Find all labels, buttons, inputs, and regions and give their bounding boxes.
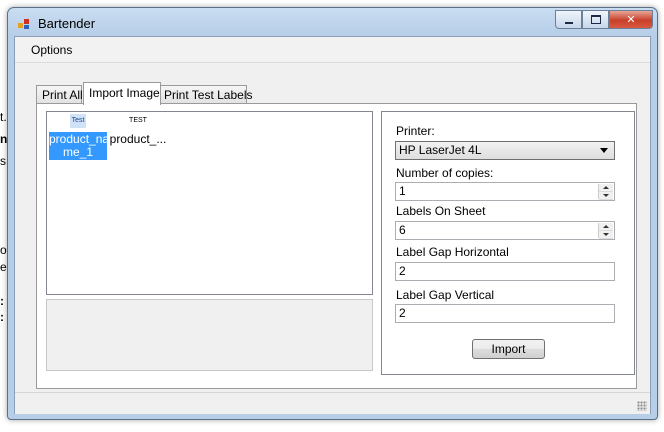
printer-select-value: HP LaserJet 4L [399,143,482,157]
copies-stepper[interactable]: 1 [395,182,615,201]
resize-grip-icon[interactable] [637,401,647,411]
printer-select[interactable]: HP LaserJet 4L [395,141,615,160]
spin-up-button[interactable] [599,184,613,192]
bg-text-fragment: o [0,243,7,257]
menu-options[interactable]: Options [31,43,72,57]
chevron-down-icon [603,194,609,197]
image-thumbnail-icon: Test [70,114,86,128]
import-image-panel: Test product_na me_1 TEST product_... Pr… [36,103,637,389]
spin-down-button[interactable] [599,231,613,239]
caption-buttons: ✕ [555,10,653,29]
chevron-down-icon [603,233,609,236]
gap-vertical-label: Label Gap Vertical [396,288,495,302]
labels-on-sheet-value: 6 [399,223,406,237]
maximize-icon [590,15,601,24]
labels-on-sheet-stepper[interactable]: 6 [395,221,615,240]
tab-print-test-labels[interactable]: Print Test Labels [158,85,253,103]
bg-text-fragment: e [0,260,7,274]
window-title: Bartender [38,16,96,31]
image-list[interactable]: Test product_na me_1 TEST product_... [46,111,373,295]
labels-spin-buttons [598,223,613,239]
minimize-icon [564,21,573,24]
list-item-label: product_... [109,132,167,146]
gap-vertical-input[interactable]: 2 [395,304,615,323]
app-icon [18,19,29,29]
bg-text-fragment: : [0,310,4,324]
import-button[interactable]: Import [472,339,545,359]
close-icon: ✕ [626,13,636,26]
status-bar [15,392,650,414]
list-item[interactable]: Test product_na me_1 [49,114,110,160]
spin-down-button[interactable] [599,192,613,200]
copies-value: 1 [399,184,406,198]
copies-label: Number of copies: [396,166,494,180]
list-item[interactable]: TEST product_... [109,114,167,147]
copies-spin-buttons [598,184,613,200]
gap-horizontal-input[interactable]: 2 [395,262,615,281]
tab-import-image[interactable]: Import Image [83,82,161,105]
close-button[interactable]: ✕ [609,10,653,29]
minimize-button[interactable] [555,10,582,29]
printer-label: Printer: [396,124,435,138]
menu-bar: Options [15,37,650,63]
client-area: Options Print All Import Image Print Tes… [14,36,651,414]
image-thumbnail-icon: TEST [129,117,147,124]
gap-horizontal-label: Label Gap Horizontal [396,245,509,259]
list-item-label: product_na me_1 [49,132,110,160]
chevron-up-icon [603,186,609,189]
bartender-window: Bartender ✕ Options Print All Import Ima… [7,7,658,420]
print-settings-panel: Printer: HP LaserJet 4L Number of copies… [381,111,635,375]
maximize-button[interactable] [582,10,609,29]
chevron-down-icon [600,148,608,153]
image-preview [46,299,373,371]
bg-text-fragment: t. [0,110,7,124]
tab-print-all[interactable]: Print All [36,85,83,103]
bg-text-fragment: : [0,294,4,308]
spin-up-button[interactable] [599,223,613,231]
labels-on-sheet-label: Labels On Sheet [396,204,486,218]
chevron-up-icon [603,225,609,228]
